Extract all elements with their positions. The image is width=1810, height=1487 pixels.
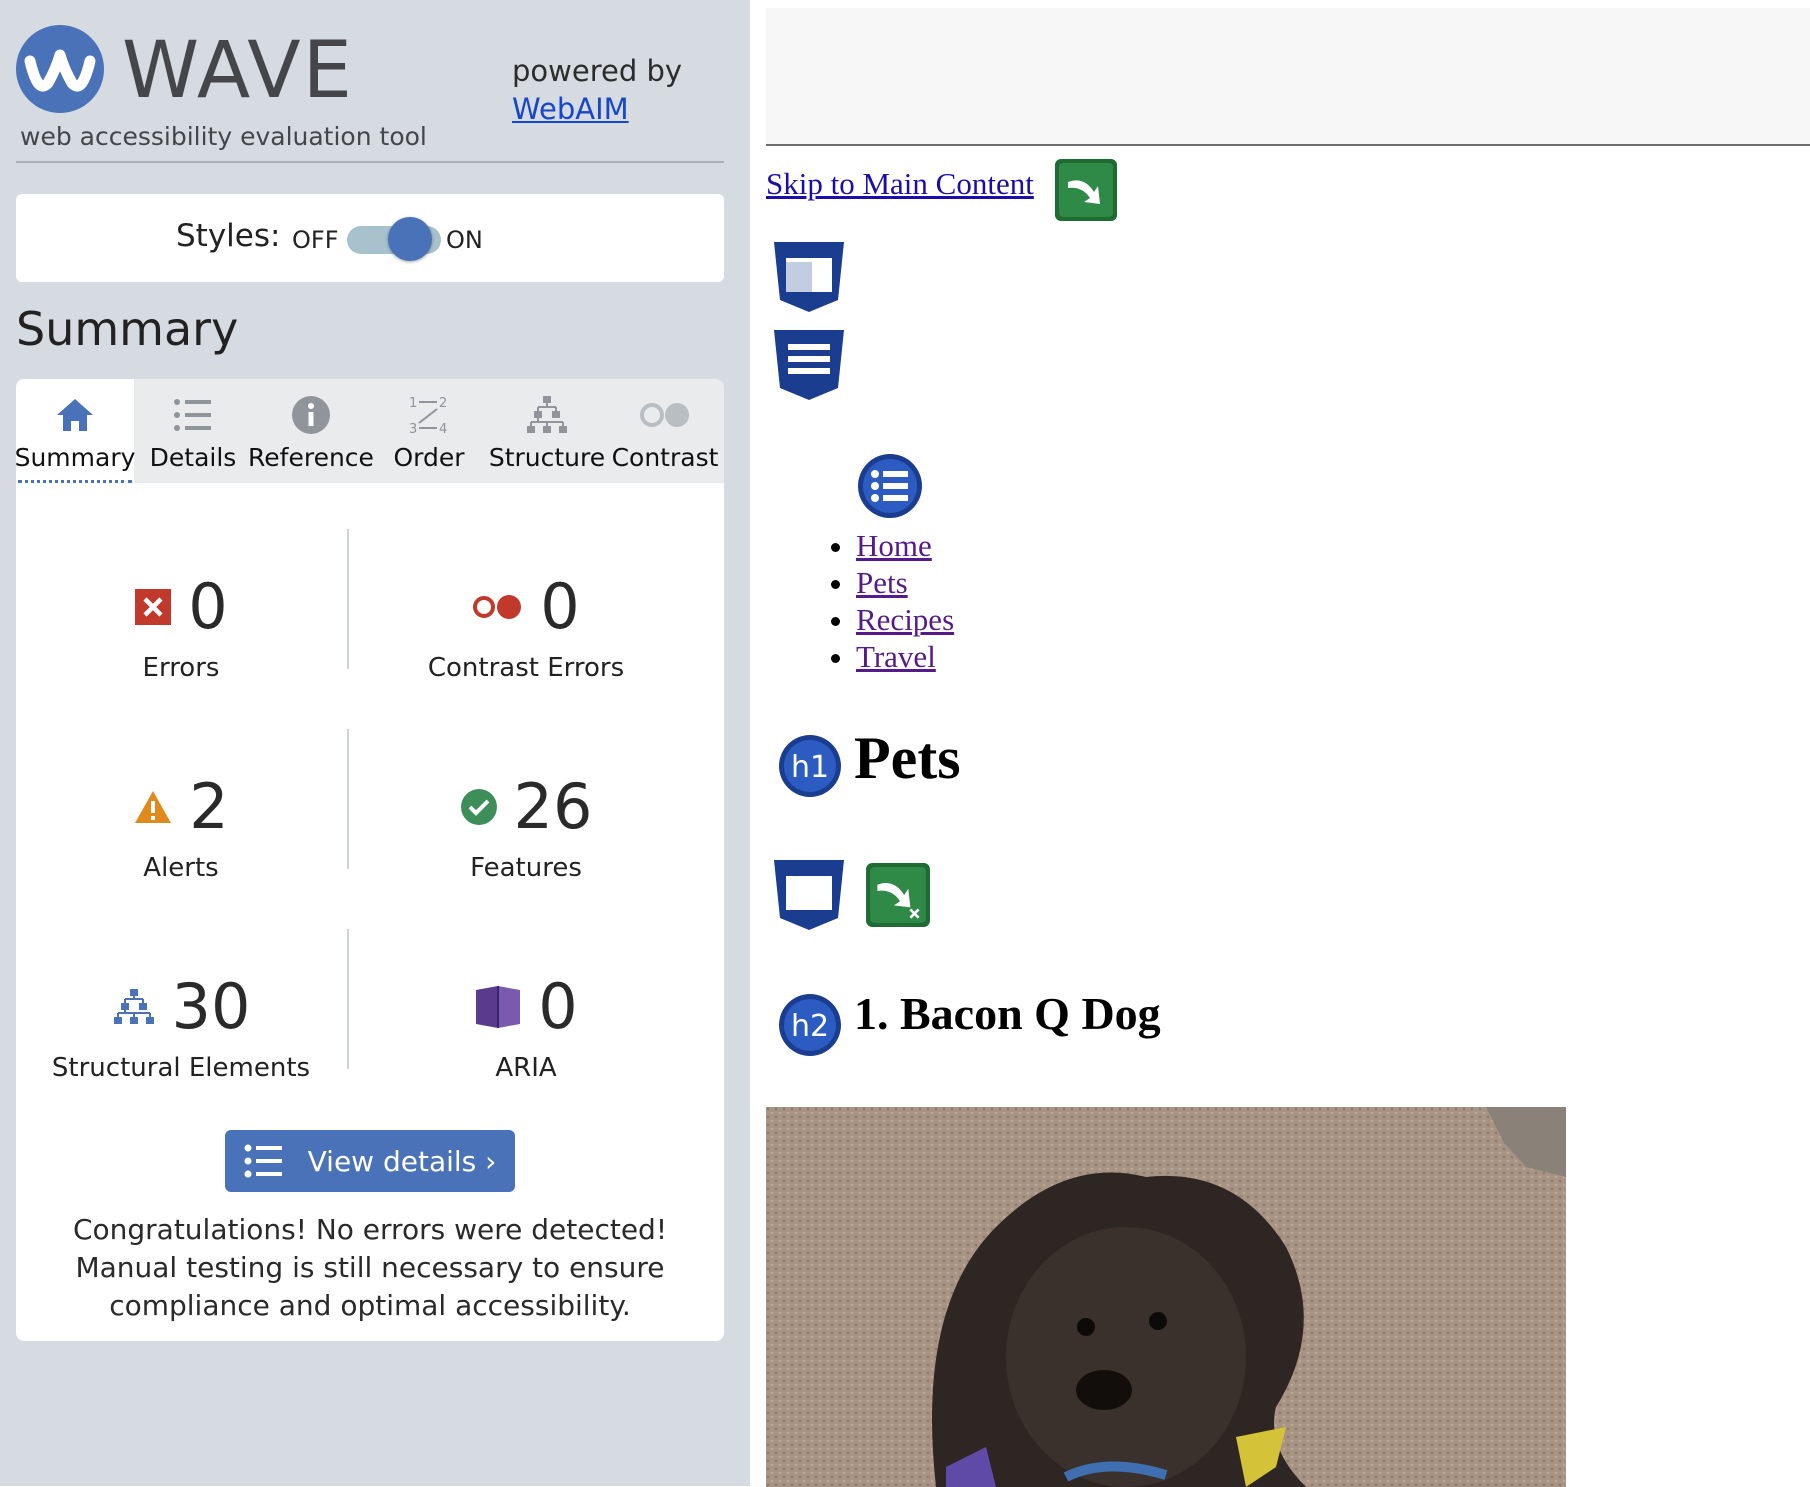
errors-label: Errors xyxy=(142,653,220,683)
stat-aria[interactable]: 0 ARIA xyxy=(361,967,691,1083)
tab-label: Contrast xyxy=(611,443,719,472)
page-nav-list: Home Pets Recipes Travel xyxy=(820,527,954,675)
summary-panel: 0 Errors 0 Contrast Errors 2 Alerts 26 F… xyxy=(16,483,724,1341)
list-item: Travel xyxy=(856,638,954,675)
skip-to-main-link[interactable]: Skip to Main Content xyxy=(766,166,1034,202)
feature-check-icon xyxy=(460,789,497,825)
styles-off-label: OFF xyxy=(292,226,339,254)
features-label: Features xyxy=(470,853,582,883)
aria-icon xyxy=(476,986,521,1028)
stat-features[interactable]: 26 Features xyxy=(361,767,691,883)
header-landmark-icon[interactable] xyxy=(772,240,846,319)
evaluated-page: Skip to Main Content Home Pets Recipes T… xyxy=(750,0,1810,1487)
contrast-errors-count: 0 xyxy=(540,570,580,643)
stat-structural[interactable]: 30 Structural Elements xyxy=(16,967,346,1084)
styles-on-label: ON xyxy=(446,226,483,254)
svg-text:2: 2 xyxy=(439,396,447,411)
stat-contrast-errors[interactable]: 0 Contrast Errors xyxy=(361,567,691,684)
list-icon xyxy=(174,399,211,431)
h2-heading-icon[interactable]: h2 xyxy=(777,992,843,1063)
unordered-list-icon[interactable] xyxy=(856,452,924,525)
congrats-message: Congratulations! No errors were detected… xyxy=(72,1213,668,1322)
stat-errors[interactable]: 0 Errors xyxy=(16,567,346,683)
structure-blue-icon xyxy=(113,989,154,1024)
list-item: Pets xyxy=(856,564,954,601)
page-title: Pets xyxy=(854,725,961,791)
list-item: Recipes xyxy=(856,601,954,638)
divider xyxy=(16,161,724,163)
tab-order[interactable]: 1234 Order xyxy=(370,379,488,483)
structural-count: 30 xyxy=(171,970,251,1043)
structural-label: Structural Elements xyxy=(51,1053,311,1083)
features-count: 26 xyxy=(513,770,593,843)
contrast-icon xyxy=(640,403,689,427)
nav-link-home[interactable]: Home xyxy=(856,528,932,563)
nav-link-pets[interactable]: Pets xyxy=(856,565,908,600)
nav-link-travel[interactable]: Travel xyxy=(856,639,936,674)
skip-link-target-icon[interactable] xyxy=(865,862,931,933)
divider xyxy=(347,929,349,1069)
styles-toggle-box: Styles: OFF ON xyxy=(16,194,724,282)
wave-logo-icon xyxy=(16,25,104,113)
svg-text:3: 3 xyxy=(409,422,417,437)
contrast-errors-label: Contrast Errors xyxy=(427,653,625,683)
aria-count: 0 xyxy=(538,970,578,1043)
wave-logo-text: WAVE xyxy=(122,26,354,116)
section-heading: 1. Bacon Q Dog xyxy=(854,988,1161,1039)
webaim-link[interactable]: WebAIM xyxy=(512,90,682,128)
tab-reference[interactable]: Reference xyxy=(248,379,374,483)
alerts-label: Alerts xyxy=(143,853,219,883)
tab-contrast[interactable]: Contrast xyxy=(606,379,724,483)
summary-heading: Summary xyxy=(16,302,239,356)
tab-structure[interactable]: Structure xyxy=(488,379,606,483)
skip-link-icon[interactable] xyxy=(1054,158,1118,227)
tab-bar: Summary Details Reference 1234 Order Str… xyxy=(16,379,724,483)
alerts-count: 2 xyxy=(189,770,229,843)
divider xyxy=(347,729,349,869)
svg-text:1: 1 xyxy=(409,396,417,411)
powered-by: powered by WebAIM xyxy=(512,52,682,128)
view-details-button[interactable]: View details › xyxy=(225,1130,515,1192)
page-banner xyxy=(766,8,1810,146)
main-landmark-icon[interactable] xyxy=(772,858,846,937)
divider xyxy=(347,529,349,669)
nav-link-recipes[interactable]: Recipes xyxy=(856,602,954,637)
list-icon xyxy=(244,1144,282,1178)
tab-summary[interactable]: Summary xyxy=(16,379,135,483)
styles-toggle-knob[interactable] xyxy=(388,217,432,261)
order-icon: 1 2 3 4 xyxy=(409,396,447,437)
dog-photo xyxy=(766,1107,1566,1487)
h1-heading-icon[interactable]: h1 xyxy=(777,733,843,804)
alert-icon xyxy=(135,791,172,823)
structure-icon xyxy=(527,396,567,433)
stat-alerts[interactable]: 2 Alerts xyxy=(16,767,346,883)
list-item: Home xyxy=(856,527,954,564)
powered-by-label: powered by xyxy=(512,54,683,88)
aria-label: ARIA xyxy=(495,1053,557,1083)
wave-tagline: web accessibility evaluation tool xyxy=(20,122,427,151)
home-icon xyxy=(57,399,93,431)
tab-details[interactable]: Details xyxy=(134,379,252,483)
errors-count: 0 xyxy=(188,570,228,643)
svg-text:4: 4 xyxy=(439,422,447,437)
navigation-landmark-icon[interactable] xyxy=(772,328,846,407)
wave-sidebar: WAVE web accessibility evaluation tool p… xyxy=(0,0,750,1486)
svg-text:h2: h2 xyxy=(791,1009,829,1044)
styles-label: Styles: xyxy=(176,218,281,254)
contrast-error-icon xyxy=(473,595,522,619)
error-icon xyxy=(135,589,172,625)
info-icon xyxy=(292,396,330,434)
view-details-label: View details › xyxy=(307,1144,497,1178)
svg-text:h1: h1 xyxy=(791,750,829,785)
